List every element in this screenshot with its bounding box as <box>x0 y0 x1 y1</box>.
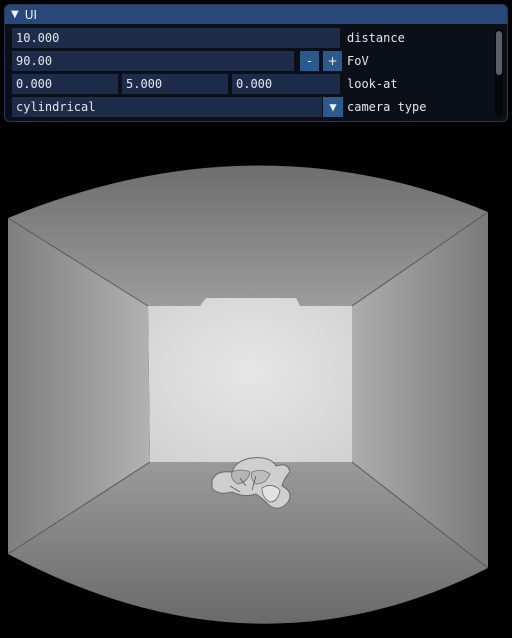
look-at-label: look-at <box>347 77 398 91</box>
distance-label: distance <box>347 31 405 45</box>
camera-type-combo[interactable]: cylindrical <box>12 97 322 117</box>
ui-panel-title: UI <box>24 7 38 22</box>
distance-input[interactable]: 10.000 <box>12 28 340 48</box>
look-at-row: 0.000 5.000 0.000 look-at <box>12 74 507 95</box>
look-at-x-input[interactable]: 0.000 <box>12 74 118 94</box>
app-root: ▼ UI 10.000 distance 90.00 - + FoV 0.000… <box>0 0 512 638</box>
fov-label: FoV <box>347 54 369 68</box>
fov-decrement-button[interactable]: - <box>300 51 319 71</box>
distance-row: 10.000 distance <box>12 28 507 49</box>
look-at-z-input[interactable]: 0.000 <box>232 74 340 94</box>
triangle-down-icon[interactable]: ▼ <box>11 9 19 20</box>
ui-panel-scrollbar[interactable] <box>495 29 503 117</box>
ui-panel-content: 10.000 distance 90.00 - + FoV 0.000 5.00… <box>5 24 507 118</box>
back-wall-surface <box>148 298 352 462</box>
chevron-down-icon[interactable]: ▼ <box>323 97 343 117</box>
look-at-y-input[interactable]: 5.000 <box>122 74 228 94</box>
camera-type-label: camera type <box>347 100 427 114</box>
render-viewport[interactable] <box>0 126 512 638</box>
fov-input[interactable]: 90.00 <box>12 51 294 71</box>
fov-increment-button[interactable]: + <box>323 51 342 71</box>
camera-type-row: cylindrical ▼ camera type <box>12 97 507 118</box>
ui-panel-titlebar[interactable]: ▼ UI <box>5 5 507 24</box>
scrollbar-thumb[interactable] <box>496 31 502 75</box>
fov-row: 90.00 - + FoV <box>12 51 507 72</box>
ui-panel: ▼ UI 10.000 distance 90.00 - + FoV 0.000… <box>4 4 508 122</box>
